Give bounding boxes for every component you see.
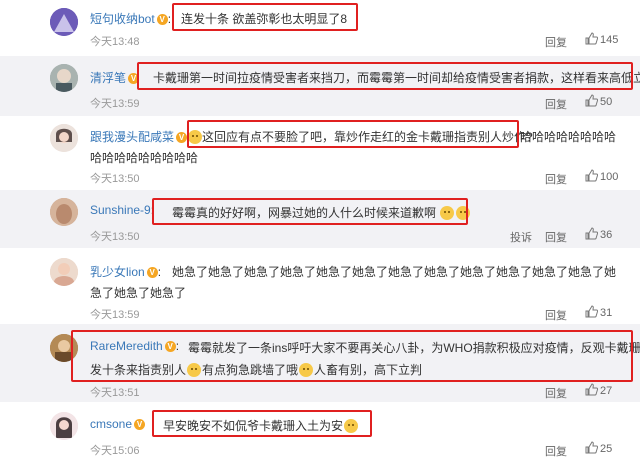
- username[interactable]: 短句收纳bot V:: [90, 10, 171, 27]
- comment-text-tail: 哈哈哈哈哈哈哈哈: [520, 130, 617, 144]
- reply-button[interactable]: 回复: [545, 34, 567, 50]
- avatar-image: [50, 8, 78, 36]
- avatar-image: [50, 258, 78, 286]
- highlight-box: [152, 198, 468, 225]
- avatar-image: [50, 64, 78, 92]
- comment-row: 跟我漫头配咸菜 V 这回应有点不要脸了吧，靠炒作走红的金卡戴珊指责别人炒作? 哈哈…: [0, 116, 640, 190]
- comment-text-line2: 哈哈哈哈哈哈哈哈哈: [90, 151, 199, 165]
- reply-button[interactable]: 回复: [545, 307, 567, 323]
- comment-text: 她急了她急了她急了她急了她急了她急了她急了她急了她急了她急了她急了她急了她: [172, 265, 617, 279]
- like-button[interactable]: 25: [585, 441, 612, 455]
- avatar[interactable]: [50, 8, 78, 36]
- verified-badge-icon: V: [176, 132, 188, 144]
- username[interactable]: Sunshine-9:: [90, 203, 154, 217]
- avatar-image: [50, 124, 78, 152]
- like-count: 145: [600, 34, 619, 46]
- like-count: 50: [600, 96, 613, 108]
- highlight-box: [137, 62, 633, 90]
- like-count: 100: [600, 171, 619, 183]
- timestamp: 今天15:06: [90, 445, 140, 457]
- timestamp: 今天13:51: [90, 387, 140, 399]
- like-button[interactable]: 50: [585, 94, 612, 108]
- thumbs-up-icon: [585, 32, 598, 45]
- avatar-image: [50, 198, 78, 226]
- username[interactable]: 乳少女lion V:: [90, 263, 161, 280]
- reply-button[interactable]: 回复: [545, 96, 567, 112]
- avatar[interactable]: [50, 124, 78, 152]
- reply-button[interactable]: 回复: [545, 229, 567, 245]
- like-count: 25: [600, 443, 613, 455]
- thumbs-up-icon: [585, 169, 598, 182]
- reply-button[interactable]: 回复: [545, 385, 567, 401]
- thumbs-up-icon: [585, 94, 598, 107]
- avatar[interactable]: [50, 258, 78, 286]
- avatar[interactable]: [50, 64, 78, 92]
- comment-row: cmsone V 早安晚安不如侃爷卡戴珊入土为安 今天15:06 回复 25: [0, 402, 640, 462]
- highlight-box: [187, 120, 519, 148]
- like-button[interactable]: 145: [585, 32, 618, 46]
- like-button[interactable]: 27: [585, 383, 612, 397]
- timestamp: 今天13:48: [90, 36, 140, 48]
- like-count: 27: [600, 385, 613, 397]
- like-button[interactable]: 36: [585, 227, 612, 241]
- reply-button[interactable]: 回复: [545, 171, 567, 187]
- comment-row: 短句收纳bot V: 连发十条 欲盖弥彰也太明显了8 今天13:48 回复 145: [0, 0, 640, 56]
- thumbs-up-icon: [585, 383, 598, 396]
- like-count: 31: [600, 307, 613, 319]
- username[interactable]: cmsone V: [90, 417, 146, 431]
- comment-row: 乳少女lion V: 她急了她急了她急了她急了她急了她急了她急了她急了她急了她急了…: [0, 248, 640, 324]
- comment-row: RareMeredith V: 霉霉就发了一条ins呼吁大家不要再关心八卦，为WH…: [0, 324, 640, 402]
- thumbs-up-icon: [585, 227, 598, 240]
- timestamp: 今天13:50: [90, 173, 140, 185]
- timestamp: 今天13:59: [90, 309, 140, 321]
- like-button[interactable]: 31: [585, 305, 612, 319]
- comment-text-line2: 急了她急了她急了: [90, 286, 187, 300]
- verified-badge-icon: V: [134, 419, 146, 431]
- highlight-box: [152, 410, 372, 437]
- thumbs-up-icon: [585, 305, 598, 318]
- timestamp: 今天13:59: [90, 98, 140, 110]
- verified-badge-icon: V: [156, 14, 168, 26]
- highlight-box: [71, 330, 633, 382]
- comment-row: Sunshine-9: 霉霉真的好好啊，网暴过她的人什么时候来道歉啊 今天13:…: [0, 190, 640, 248]
- highlight-box: [172, 3, 358, 31]
- avatar[interactable]: [50, 198, 78, 226]
- username[interactable]: 清浮笔 V: [90, 69, 140, 86]
- report-button[interactable]: 投诉: [510, 229, 532, 245]
- comment-row: 清浮笔 V 卡戴珊第一时间拉疫情受害者来挡刀，而霉霉第一时间却给疫情受害者捐款，这…: [0, 56, 640, 116]
- verified-badge-icon: V: [146, 267, 158, 279]
- like-count: 36: [600, 229, 613, 241]
- thumbs-up-icon: [585, 441, 598, 454]
- timestamp: 今天13:50: [90, 231, 140, 243]
- like-button[interactable]: 100: [585, 169, 618, 183]
- reply-button[interactable]: 回复: [545, 443, 567, 459]
- avatar-image: [50, 412, 78, 440]
- avatar[interactable]: [50, 412, 78, 440]
